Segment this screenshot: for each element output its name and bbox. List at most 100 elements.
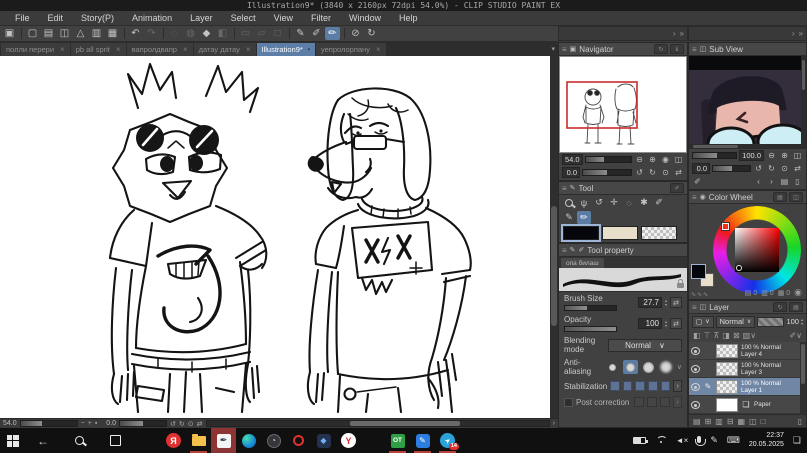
lasso-tool-icon[interactable]: ◌ xyxy=(622,196,636,209)
canvas-drawing-area[interactable] xyxy=(0,56,550,418)
saturation-value-marker[interactable] xyxy=(736,265,742,271)
visibility-eye-icon[interactable] xyxy=(691,365,700,373)
rotate-reset-icon[interactable]: ⊙ xyxy=(188,420,194,428)
collapsed-panel-strip[interactable]: › » xyxy=(688,26,807,41)
close-icon[interactable]: × xyxy=(376,45,381,54)
apply-mask-icon[interactable]: □ xyxy=(761,417,766,426)
save-file-icon[interactable]: ◫ xyxy=(57,27,72,40)
fill-icon[interactable]: ◆ xyxy=(199,27,214,40)
collapse-all-icon[interactable]: » xyxy=(799,29,803,38)
stabilization-segment[interactable] xyxy=(623,381,633,391)
canvas-vertical-scrollbar[interactable] xyxy=(550,56,558,418)
pin-layer-icon[interactable]: ⊼ xyxy=(714,331,720,340)
document-tab[interactable]: вапролдвапр × xyxy=(127,43,193,56)
snap-ruler-icon[interactable]: ✎ xyxy=(293,27,308,40)
sub-view-zoom-slider[interactable] xyxy=(692,152,737,159)
volume-muted-icon[interactable]: ◄× xyxy=(676,436,689,445)
navigator-rotation-value[interactable]: 0.0 xyxy=(562,167,580,178)
new-layer-icon[interactable]: ▤ xyxy=(693,417,701,426)
zoom-tool-icon[interactable] xyxy=(562,196,576,209)
anti-aliasing-strong-button[interactable] xyxy=(659,360,674,374)
sub-color-swatch[interactable] xyxy=(602,226,638,240)
opentoonz-icon[interactable]: OT xyxy=(385,428,410,453)
layer-property-tab-icon[interactable]: ↻ xyxy=(773,302,787,312)
snap-guide-icon[interactable]: ✏ xyxy=(325,27,340,40)
lock-transparent-icon[interactable]: ⊠ xyxy=(733,331,740,340)
stabilization-segment[interactable] xyxy=(661,381,671,391)
visibility-eye-icon[interactable] xyxy=(691,347,700,355)
panel-menu-icon[interactable]: ≡ xyxy=(692,45,697,54)
spin-down-icon[interactable]: ▾ xyxy=(665,324,667,328)
zoom-in-icon[interactable]: + xyxy=(88,420,92,427)
file-explorer-icon[interactable] xyxy=(186,428,211,453)
clip-to-layer-icon[interactable]: ◧ xyxy=(693,331,701,340)
fit-icon[interactable]: ◫ xyxy=(792,151,803,161)
sub-view-image[interactable] xyxy=(689,56,806,149)
start-button[interactable] xyxy=(0,428,25,453)
spin-down-icon[interactable]: ▾ xyxy=(665,303,667,307)
lock-layer-icon[interactable]: ◨ xyxy=(722,331,730,340)
animation-cels-tab-icon[interactable]: ▤ xyxy=(789,302,803,312)
panel-menu-icon[interactable]: ≡ xyxy=(692,303,697,312)
new-folder-icon[interactable]: ▥ xyxy=(715,417,723,426)
opacity-dynamics-button[interactable]: ⇄ xyxy=(670,318,682,329)
scroll-right-icon[interactable]: › xyxy=(553,420,555,427)
expand-icon[interactable]: › xyxy=(673,29,676,38)
clear-image-icon[interactable]: ▯ xyxy=(792,176,803,186)
rotate-right-icon[interactable]: ↻ xyxy=(647,168,658,178)
redo-icon[interactable]: ↷ xyxy=(144,27,159,40)
pen-settings-icon[interactable]: ✎ xyxy=(710,435,718,446)
eyedropper-icon[interactable]: ✐ xyxy=(692,176,703,186)
previous-image-icon[interactable]: ‹ xyxy=(753,176,764,186)
zoom-out-icon[interactable]: − xyxy=(81,420,85,427)
menu-edit[interactable]: Edit xyxy=(39,13,73,23)
color-set-tab-icon[interactable]: ◫ xyxy=(789,192,803,202)
main-color-swatch[interactable] xyxy=(563,226,599,240)
guide-frame-icon[interactable]: □ xyxy=(270,27,285,40)
subtool-brush-icon[interactable]: ✐ xyxy=(579,246,585,254)
post-correction-expand-button[interactable]: › xyxy=(673,396,682,408)
tab-overflow-icon[interactable]: ▾ xyxy=(551,45,555,53)
import-image-icon[interactable]: ▤ xyxy=(779,176,790,186)
layer-opacity-value[interactable]: 100 xyxy=(786,317,799,326)
flip-horizontal-icon[interactable]: ⇄ xyxy=(673,168,684,178)
spin-down-icon[interactable]: ▾ xyxy=(801,322,803,326)
menu-animation[interactable]: Animation xyxy=(123,13,181,23)
deselect-icon[interactable]: ◌ xyxy=(167,27,182,40)
task-view-button[interactable] xyxy=(97,428,133,453)
taskbar-clock[interactable]: 22:37 20.05.2025 xyxy=(749,432,784,449)
keyboard-icon[interactable]: ⌨ xyxy=(727,435,740,446)
panel-menu-icon[interactable]: ≡ xyxy=(562,45,567,54)
panel-menu-icon[interactable]: ≡ xyxy=(562,246,567,255)
selection-frame-icon[interactable]: ▭ xyxy=(238,27,253,40)
tool-tab-pen-icon[interactable]: ✎ xyxy=(570,184,576,192)
yandex-browser-icon[interactable]: Я xyxy=(161,428,186,453)
layer-opacity-slider[interactable] xyxy=(757,317,784,327)
snap-special-ruler-icon[interactable]: ✐ xyxy=(309,27,324,40)
post-correction-checkbox[interactable] xyxy=(564,398,573,407)
crop-icon[interactable]: ◧ xyxy=(215,27,230,40)
transparent-color-swatch[interactable] xyxy=(641,226,677,240)
print-icon[interactable]: ▦ xyxy=(105,27,120,40)
layer-thumbnail[interactable] xyxy=(716,398,738,412)
menu-story[interactable]: Story(P) xyxy=(72,13,123,23)
zoom-in-icon[interactable]: ⊕ xyxy=(647,155,658,165)
new-canvas-icon[interactable]: ▢ xyxy=(25,27,40,40)
new-vector-layer-icon[interactable]: ⊞ xyxy=(705,417,712,426)
navigator-zoom-value[interactable]: 54.0 xyxy=(562,154,583,165)
navigator-tab-rotate-icon[interactable]: ↻ xyxy=(654,44,668,54)
panel-menu-icon[interactable]: ≡ xyxy=(692,193,697,202)
layer-color-dropdown[interactable]: ◻ ∨ xyxy=(692,316,714,328)
color-slider-tab-icon[interactable]: ▤ xyxy=(773,192,787,202)
back-button[interactable]: ← xyxy=(25,428,61,453)
sub-view-zoom-value[interactable]: 100.0 xyxy=(739,150,764,161)
scrollbar-thumb[interactable] xyxy=(350,421,459,426)
menu-view[interactable]: View xyxy=(265,13,302,23)
scrollbar-thumb[interactable] xyxy=(551,206,557,326)
menu-help[interactable]: Help xyxy=(390,13,427,23)
canvas-horizontal-scrollbar[interactable] xyxy=(206,420,550,427)
rotate-reset-icon[interactable]: ⊙ xyxy=(779,164,790,174)
panel-menu-icon[interactable]: ≡ xyxy=(562,184,567,193)
menu-window[interactable]: Window xyxy=(340,13,390,23)
tool-tab-brush-icon[interactable]: ✐ xyxy=(670,183,684,193)
